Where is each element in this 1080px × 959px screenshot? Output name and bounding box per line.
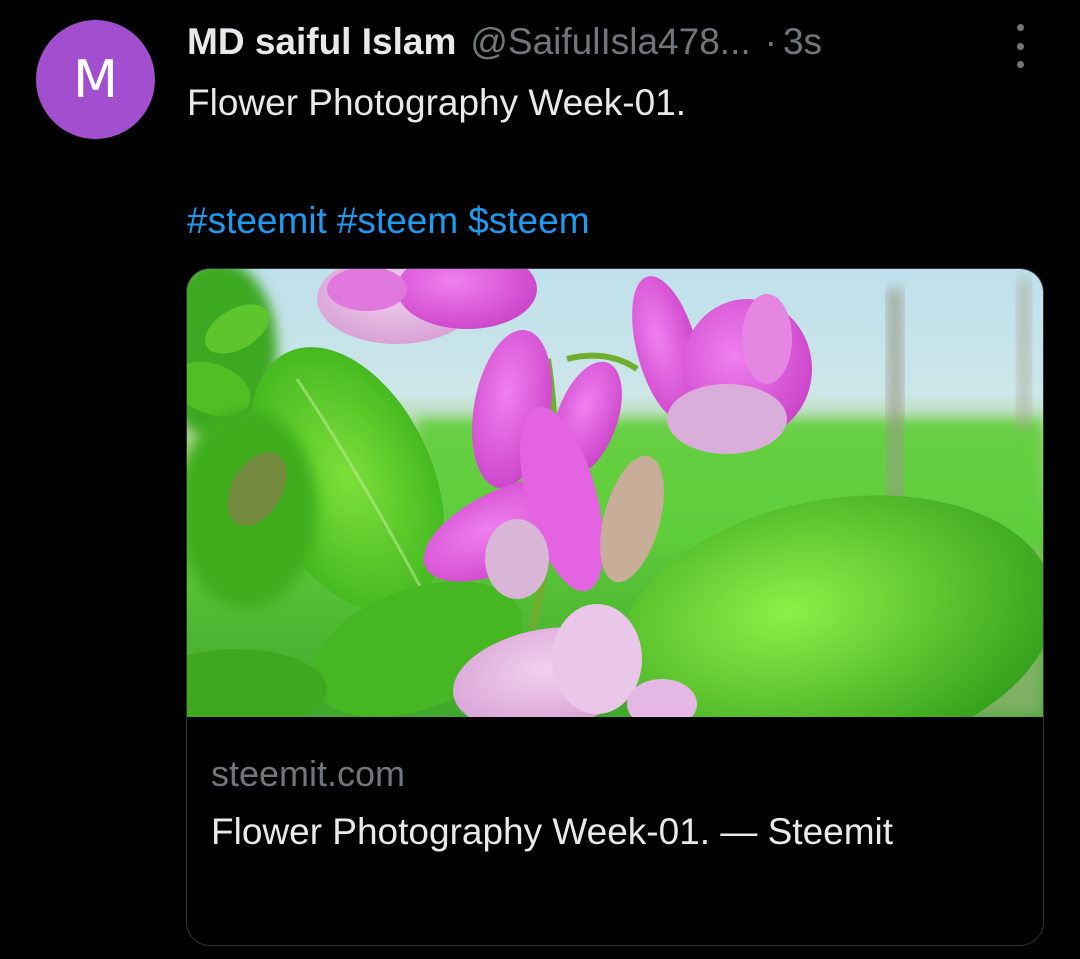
user-handle[interactable]: @SaifulIsla478... bbox=[470, 21, 750, 63]
hashtag-steemit[interactable]: #steemit bbox=[187, 200, 327, 241]
card-title: Flower Photography Week-01. — Steemit bbox=[211, 811, 894, 852]
tweet-header: MD saiful Islam @SaifulIsla478... · 3s bbox=[187, 18, 987, 66]
dot bbox=[1016, 61, 1024, 68]
link-preview-card[interactable]: steemit.com Flower Photography Week-01. … bbox=[186, 268, 1044, 946]
hashtag-row: #steemit #steem $steem bbox=[187, 198, 600, 244]
timestamp[interactable]: 3s bbox=[783, 21, 822, 63]
separator-dot: · bbox=[764, 21, 777, 62]
card-image[interactable] bbox=[187, 269, 1043, 717]
flower-photo-image bbox=[187, 269, 1043, 717]
more-vertical-icon[interactable] bbox=[1004, 24, 1036, 68]
dot bbox=[1016, 42, 1024, 50]
dot bbox=[1016, 24, 1024, 31]
card-body: steemit.com Flower Photography Week-01. … bbox=[211, 749, 1011, 861]
tweet-text: Flower Photography Week-01. bbox=[187, 82, 687, 123]
cashtag-steem[interactable]: $steem bbox=[468, 200, 589, 241]
avatar-letter: M bbox=[73, 49, 118, 110]
avatar[interactable]: M bbox=[36, 20, 155, 139]
card-domain: steemit.com bbox=[211, 753, 406, 794]
display-name[interactable]: MD saiful Islam bbox=[187, 21, 456, 63]
tweet[interactable]: M MD saiful Islam @SaifulIsla478... · 3s… bbox=[0, 0, 1080, 959]
hashtag-steem[interactable]: #steem bbox=[337, 200, 458, 241]
